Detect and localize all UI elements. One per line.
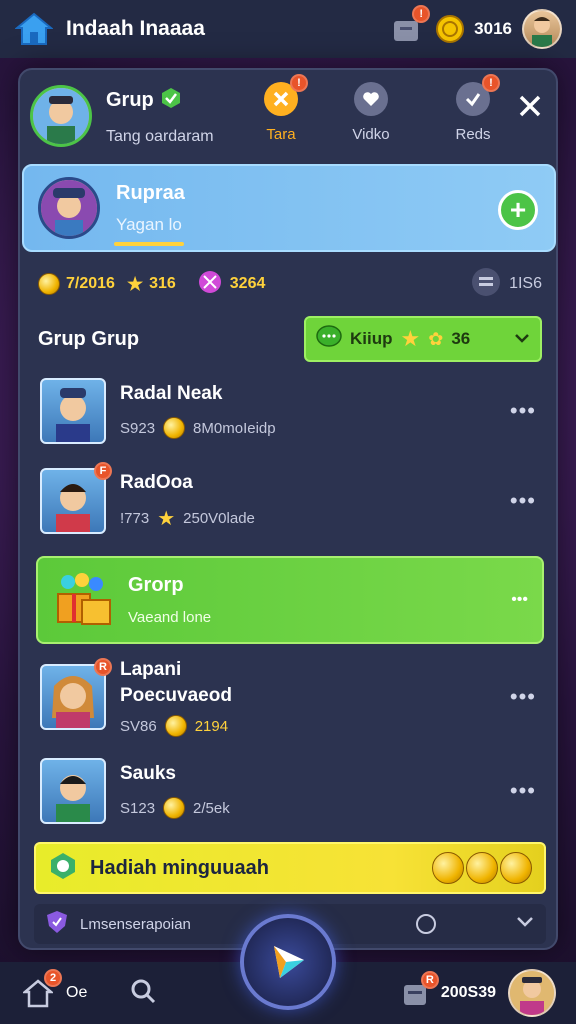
group-row-subtitle: Vaeand lone	[128, 609, 212, 626]
more-options-icon[interactable]: •••	[510, 398, 536, 424]
member-avatar: R	[40, 658, 112, 730]
member-avatar	[40, 378, 106, 444]
more-options-icon[interactable]: •••	[511, 591, 528, 609]
group-subtitle: Tang oardaram	[106, 127, 214, 145]
list-item[interactable]: F RadOoa !773 ★ 250V0lade •••	[20, 456, 556, 546]
member-avatar	[40, 758, 106, 824]
gem-icon	[198, 270, 222, 299]
tab-vidko[interactable]: Vidko	[336, 82, 406, 143]
add-button[interactable]: +	[498, 190, 538, 230]
shield-icon	[46, 910, 68, 939]
list-item[interactable]: R Lapani Poecuvaeod SV86 2194 •••	[20, 652, 556, 742]
group-row-name: Grorp	[128, 574, 184, 596]
coin-icon	[163, 797, 186, 819]
star-icon: ★	[126, 273, 144, 294]
wallet-icon[interactable]: R	[399, 971, 439, 1009]
gold-coin-icon	[38, 273, 60, 295]
notification-badge: !	[412, 5, 431, 23]
paw-icon: ✿	[428, 328, 444, 349]
verified-icon	[160, 87, 182, 114]
play-button[interactable]	[240, 914, 336, 1010]
radio-icon[interactable]	[416, 914, 436, 934]
bottom-profile-avatar[interactable]	[508, 969, 556, 1017]
filter-value: 36	[451, 329, 471, 348]
tab-tara[interactable]: ! Tara	[246, 74, 316, 143]
panel-header: Grup Tang oardaram ! Tara Vidko ! Reds	[20, 70, 556, 162]
close-icon	[519, 95, 541, 117]
more-options-icon[interactable]: •••	[510, 684, 536, 710]
coin-icon	[163, 417, 186, 439]
check-icon: !	[456, 74, 500, 116]
active-avatar	[38, 177, 100, 239]
gold-value: 7/2016	[66, 275, 115, 292]
group-name: Grup	[106, 88, 154, 111]
tab-reds[interactable]: ! Reds	[438, 74, 508, 143]
footer-text: Lmsenserapoian	[80, 915, 191, 933]
players-icon	[471, 267, 501, 302]
home-nav-icon[interactable]: 2	[20, 969, 62, 1011]
chat-icon	[316, 324, 342, 354]
member-avatar: F	[40, 462, 112, 534]
group-avatar[interactable]	[30, 85, 92, 147]
inbox-icon[interactable]: !	[388, 5, 431, 47]
active-group-card[interactable]: Rupraa Yagan lo +	[22, 164, 556, 252]
more-options-icon[interactable]: •••	[510, 778, 536, 804]
close-button[interactable]	[514, 90, 546, 122]
coin-icon	[434, 13, 466, 45]
heart-icon	[354, 82, 388, 116]
bottom-left-value: Oe	[66, 984, 88, 1001]
more-options-icon[interactable]: •••	[510, 488, 536, 514]
chevron-down-icon	[514, 330, 530, 348]
coin-count: 3016	[474, 19, 512, 38]
active-name: Rupraa	[116, 181, 185, 204]
active-subtitle: Yagan lo	[116, 214, 182, 234]
active-underline	[114, 242, 184, 246]
group-panel: Grup Tang oardaram ! Tara Vidko ! Reds R…	[18, 68, 558, 950]
gift-icon	[52, 568, 116, 632]
star-icon: ★	[157, 507, 176, 530]
reward-icon	[48, 851, 78, 886]
list-item[interactable]: Sauks S123 2/5ek •••	[20, 746, 556, 836]
search-icon[interactable]	[129, 977, 157, 1010]
chevron-down-icon[interactable]	[516, 915, 534, 933]
home-icon[interactable]	[14, 9, 54, 49]
gem-value: 3264	[229, 275, 266, 292]
coin-stack-icon	[432, 852, 532, 884]
banner-text: Hadiah minguuaah	[90, 856, 269, 879]
players-value: 1IS6	[509, 275, 542, 292]
group-row[interactable]: Grorp Vaeand lone •••	[36, 556, 544, 644]
star-icon: ★	[400, 326, 421, 351]
coin-icon	[164, 715, 187, 737]
filter-dropdown[interactable]: Kiiup ★ ✿ 36	[304, 316, 542, 362]
filter-label: Kiiup	[350, 329, 393, 348]
top-bar: Indaah Inaaaa ! 3016	[0, 0, 576, 58]
list-item[interactable]: Radal Neak S923 8M0moIeidp •••	[20, 366, 556, 456]
play-icon	[274, 946, 304, 978]
close-x-icon: !	[264, 74, 308, 116]
stats-row: 7/2016 ★ 316 3264 1IS6	[38, 266, 542, 302]
bottom-right-value: 200S39	[440, 984, 496, 1001]
star-value: 316	[149, 275, 176, 292]
profile-avatar[interactable]	[522, 9, 562, 49]
section-title: Grup Grup	[38, 328, 140, 350]
home-badge: 2	[44, 969, 62, 987]
app-title: Indaah Inaaaa	[66, 17, 205, 40]
weekly-reward-banner[interactable]: Hadiah minguuaah	[34, 842, 546, 894]
